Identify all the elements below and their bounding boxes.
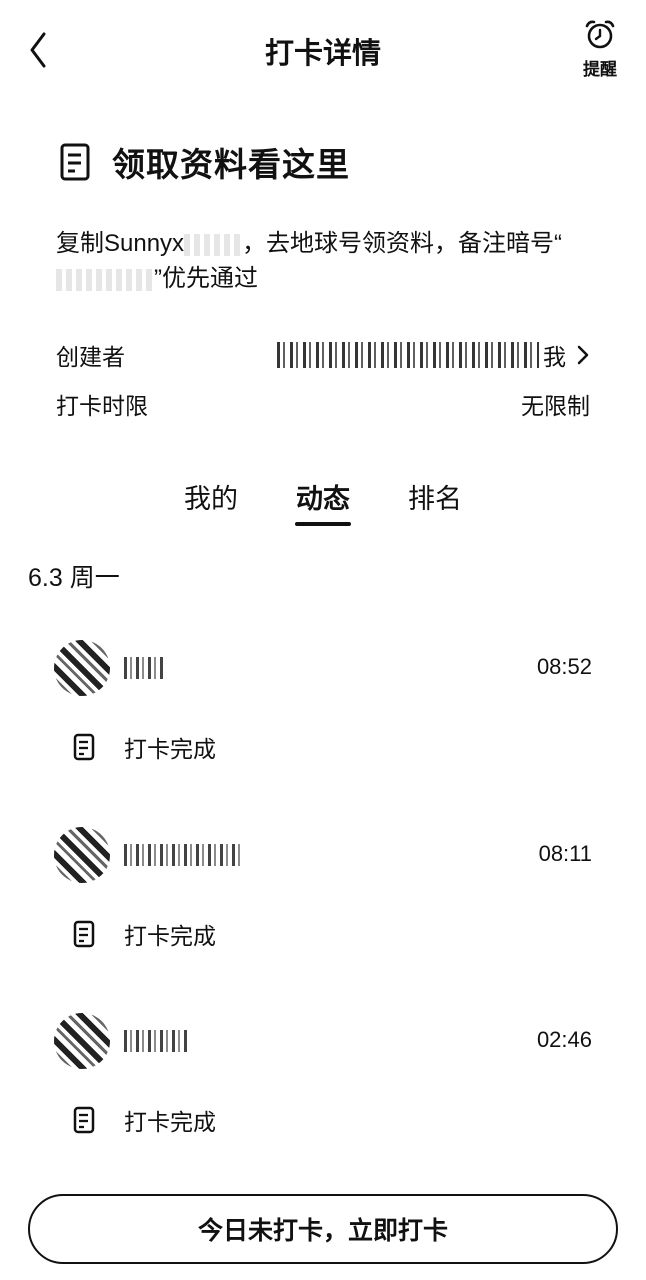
alarm-clock-icon — [585, 20, 615, 49]
description-part3: ”优先通过 — [154, 265, 258, 292]
tab-feed[interactable]: 动态 — [267, 476, 379, 526]
list-item[interactable]: 08:52 打卡完成 — [54, 640, 592, 790]
avatar[interactable] — [54, 640, 110, 696]
list-item[interactable]: 08:11 打卡完成 — [54, 827, 592, 977]
checkin-time: 08:52 — [536, 654, 592, 679]
document-icon — [73, 920, 95, 948]
remind-button[interactable]: 提醒 — [572, 18, 628, 80]
time-limit-label: 打卡时限 — [56, 393, 148, 419]
redacted-text — [184, 233, 243, 256]
creator-row[interactable]: 创建者 我 — [56, 337, 590, 373]
status-text: 打卡完成 — [124, 1109, 216, 1135]
tab-ranking[interactable]: 排名 — [379, 476, 491, 526]
nav-bar: 打卡详情 提醒 — [0, 0, 646, 100]
document-icon — [73, 1106, 95, 1134]
page-title: 打卡详情 — [264, 38, 381, 70]
section-header: 领取资料看这里 — [58, 137, 350, 187]
description-part2: ，去地球号领资料，备注暗号“ — [242, 230, 563, 257]
description-part1: 复制Sunnyx — [56, 230, 185, 257]
avatar[interactable] — [54, 1013, 110, 1069]
status-text: 打卡完成 — [124, 923, 216, 949]
list-item[interactable]: 02:46 打卡完成 — [54, 1013, 592, 1163]
checkin-time: 02:46 — [536, 1027, 592, 1052]
chevron-right-icon — [577, 345, 589, 365]
document-icon — [73, 733, 95, 761]
creator-label: 创建者 — [56, 344, 125, 370]
creator-name-redacted — [277, 342, 539, 368]
checkin-now-button[interactable]: 今日未打卡，立即打卡 — [28, 1194, 618, 1264]
username-redacted — [124, 1030, 188, 1052]
creator-suffix: 我 — [543, 344, 566, 370]
checkin-time: 08:11 — [538, 841, 592, 866]
avatar[interactable] — [54, 827, 110, 883]
checkin-status: 打卡完成 — [72, 730, 216, 764]
checkin-status: 打卡完成 — [72, 917, 216, 951]
tab-bar: 我的 动态 排名 — [0, 476, 646, 536]
username-redacted — [124, 844, 240, 866]
time-limit-row: 打卡时限 无限制 — [56, 386, 590, 422]
tab-mine[interactable]: 我的 — [155, 476, 267, 526]
checkin-status: 打卡完成 — [72, 1103, 216, 1137]
redacted-code — [56, 268, 154, 291]
username-redacted — [124, 657, 164, 679]
description-text: 复制Sunnyx ，去地球号领资料，备注暗号“ ”优先通过 — [56, 226, 596, 296]
time-limit-value: 无限制 — [521, 393, 590, 419]
document-icon — [60, 143, 90, 181]
section-title: 领取资料看这里 — [112, 146, 350, 183]
status-text: 打卡完成 — [124, 736, 216, 762]
remind-label: 提醒 — [583, 60, 617, 79]
date-header: 6.3 周一 — [28, 564, 120, 592]
